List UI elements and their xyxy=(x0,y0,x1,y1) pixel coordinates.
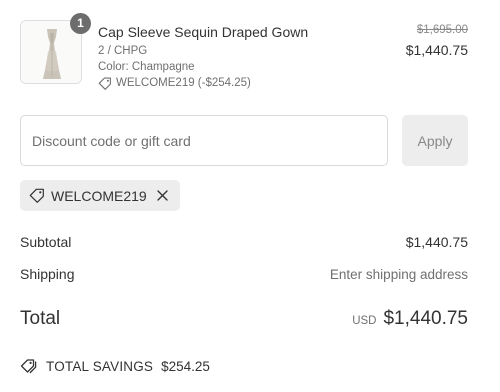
product-prices: $1,695.00 $1,440.75 xyxy=(406,23,468,59)
total-currency: USD xyxy=(352,315,377,327)
product-info: Cap Sleeve Sequin Draped Gown 2 / CHPG C… xyxy=(98,23,348,91)
total-savings: TOTAL SAVINGS $254.25 xyxy=(20,358,210,374)
total-savings-label: TOTAL SAVINGS xyxy=(46,358,154,374)
product-size: 2 / CHPG xyxy=(98,45,148,57)
product-color: Color: Champagne xyxy=(98,61,195,73)
total-savings-value: $254.25 xyxy=(161,358,210,374)
original-price: $1,695.00 xyxy=(416,24,468,36)
subtotal-row: Subtotal $1,440.75 xyxy=(20,234,468,250)
total-value: $1,440.75 xyxy=(383,308,468,329)
total-row: Total USD $1,440.75 xyxy=(20,308,468,330)
total-amount-group: USD $1,440.75 xyxy=(352,308,468,330)
apply-button[interactable]: Apply xyxy=(402,115,468,166)
subtotal-label: Subtotal xyxy=(20,234,72,250)
product-discount: WELCOME219 (-$254.25) xyxy=(98,76,348,91)
product-name: Cap Sleeve Sequin Draped Gown xyxy=(98,24,309,40)
quantity-badge: 1 xyxy=(70,13,91,34)
product-line-item: 1 Cap Sleeve Sequin Draped Gown 2 / CHPG… xyxy=(20,13,468,91)
remove-discount-close-icon[interactable] xyxy=(157,190,168,201)
product-thumbnail-wrapper: 1 xyxy=(20,13,91,84)
applied-discount-code: WELCOME219 xyxy=(51,187,147,204)
subtotal-value: $1,440.75 xyxy=(405,234,468,250)
total-label: Total xyxy=(20,308,61,329)
order-summary: 1 Cap Sleeve Sequin Draped Gown 2 / CHPG… xyxy=(0,0,500,392)
shipping-label: Shipping xyxy=(20,266,75,282)
tags-icon xyxy=(20,358,38,374)
product-discount-label: WELCOME219 (-$254.25) xyxy=(116,77,251,89)
final-price: $1,440.75 xyxy=(405,42,468,58)
tag-icon xyxy=(98,77,112,90)
discount-form: Apply xyxy=(20,115,468,166)
discount-code-input[interactable] xyxy=(20,115,388,166)
shipping-row: Shipping Enter shipping address xyxy=(20,266,468,282)
applied-discount-chip: WELCOME219 xyxy=(20,180,180,211)
tag-icon xyxy=(29,188,45,203)
shipping-value: Enter shipping address xyxy=(329,267,468,282)
